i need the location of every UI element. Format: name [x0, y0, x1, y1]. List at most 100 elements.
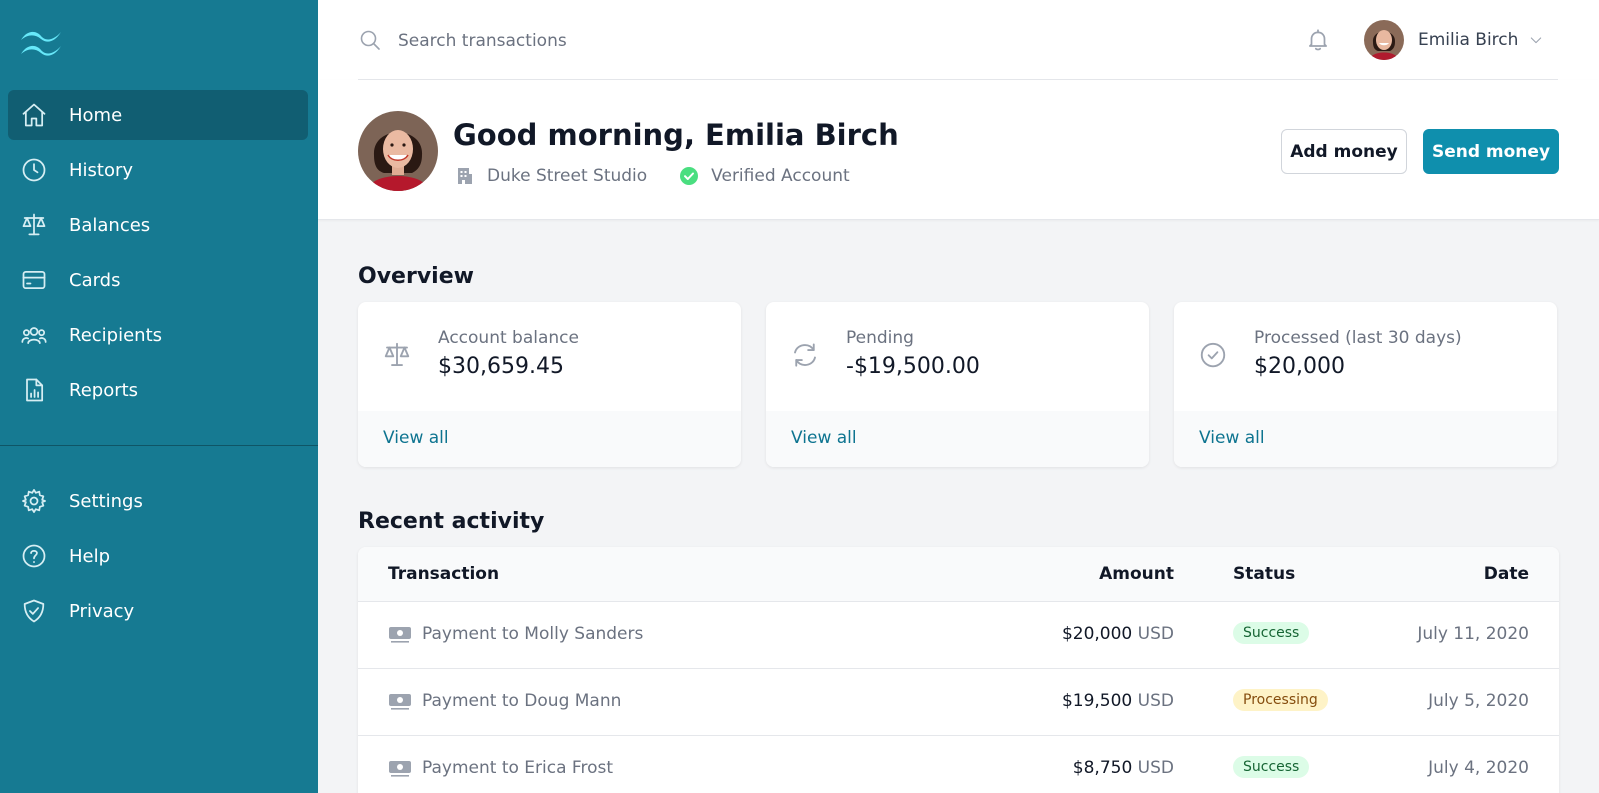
- view-all-link[interactable]: View all: [383, 428, 449, 448]
- document-report-icon: [20, 376, 48, 404]
- card-value: $30,659.45: [438, 354, 564, 379]
- user-menu[interactable]: Emilia Birch: [1364, 20, 1544, 60]
- view-all-link[interactable]: View all: [791, 428, 857, 448]
- sidebar-item-history[interactable]: History: [8, 145, 308, 195]
- transaction-cell[interactable]: Payment to Erica Frost: [388, 758, 613, 778]
- transaction-cell[interactable]: Payment to Doug Mann: [388, 691, 621, 711]
- status-cell: Success: [1233, 756, 1310, 778]
- table-row[interactable]: Payment to Doug Mann $19,500 USD Process…: [358, 669, 1559, 736]
- profile-meta: Duke Street Studio Verified Account: [455, 166, 850, 186]
- question-circle-icon: [20, 542, 48, 570]
- sidebar-item-home[interactable]: Home: [8, 90, 308, 140]
- send-money-button[interactable]: Send money: [1423, 129, 1559, 174]
- office-building-icon: [458, 168, 472, 184]
- transaction-name: Payment to Doug Mann: [422, 691, 622, 711]
- verification-status: Verified Account: [711, 166, 850, 186]
- credit-card-icon: [20, 266, 48, 294]
- sidebar-item-label: Cards: [69, 269, 121, 291]
- page-title: Good morning, Emilia Birch: [453, 118, 899, 152]
- table-row[interactable]: Payment to Erica Frost $8,750 USD Succes…: [358, 736, 1559, 793]
- bell-icon[interactable]: [1305, 27, 1331, 53]
- sidebar-item-recipients[interactable]: Recipients: [8, 310, 308, 360]
- sidebar-item-label: History: [69, 159, 134, 181]
- add-money-button[interactable]: Add money: [1281, 129, 1407, 174]
- currency: USD: [1137, 758, 1174, 778]
- date-cell: July 11, 2020: [1417, 624, 1529, 644]
- scale-icon: [382, 340, 412, 370]
- column-header-transaction[interactable]: Transaction: [388, 564, 499, 584]
- overview-card-balance: Account balance $30,659.45 View all: [358, 302, 741, 467]
- recent-activity-heading: Recent activity: [358, 509, 545, 534]
- sidebar-item-label: Reports: [69, 379, 139, 401]
- search-icon: [358, 28, 382, 52]
- amount-cell: $19,500 USD: [1062, 691, 1174, 711]
- card-value: $20,000: [1254, 354, 1345, 379]
- sidebar-item-balances[interactable]: Balances: [8, 200, 308, 250]
- scale-icon: [20, 211, 48, 239]
- date-cell: July 5, 2020: [1428, 691, 1529, 711]
- sidebar-item-label: Balances: [69, 214, 151, 236]
- sidebar-item-label: Privacy: [69, 600, 135, 622]
- sidebar-item-label: Recipients: [69, 324, 163, 346]
- view-all-link[interactable]: View all: [1199, 428, 1265, 448]
- company-name: Duke Street Studio: [487, 166, 648, 186]
- logo-icon[interactable]: [18, 26, 64, 60]
- cog-icon: [20, 487, 48, 515]
- overview-card-processed: Processed (last 30 days) $20,000 View al…: [1174, 302, 1557, 467]
- check-circle-icon: [680, 167, 699, 185]
- sidebar-item-settings[interactable]: Settings: [8, 476, 308, 526]
- transaction-name: Payment to Erica Frost: [422, 758, 614, 778]
- amount-value: $20,000: [1061, 624, 1133, 644]
- chevron-down-icon: [1528, 32, 1544, 48]
- transaction-name: Payment to Molly Sanders: [422, 624, 644, 644]
- transaction-cell[interactable]: Payment to Molly Sanders: [388, 624, 643, 644]
- sidebar-item-label: Home: [69, 104, 123, 126]
- refresh-icon: [790, 340, 820, 370]
- check-circle-icon: [1198, 340, 1228, 370]
- currency: USD: [1137, 624, 1174, 644]
- overview-heading: Overview: [358, 264, 474, 289]
- card-label: Account balance: [438, 328, 579, 348]
- activity-table: Transaction Amount Status Date Payment t…: [358, 547, 1559, 793]
- amount-cell: $8,750 USD: [1073, 758, 1174, 778]
- card-value: -$19,500.00: [846, 354, 980, 379]
- card-label: Pending: [846, 328, 914, 348]
- amount-cell: $20,000 USD: [1062, 624, 1174, 644]
- home-icon: [20, 101, 48, 129]
- sidebar-item-label: Help: [69, 545, 111, 567]
- status-cell: Processing: [1233, 689, 1328, 711]
- cash-icon: [389, 761, 411, 777]
- table-header: Transaction Amount Status Date: [358, 547, 1559, 602]
- status-badge: Success: [1233, 622, 1310, 644]
- search-input[interactable]: [398, 26, 898, 56]
- table-row[interactable]: Payment to Molly Sanders $20,000 USD Suc…: [358, 602, 1559, 669]
- avatar: [1364, 20, 1404, 60]
- sidebar-divider: [0, 445, 318, 446]
- sidebar-item-reports[interactable]: Reports: [8, 365, 308, 415]
- user-name: Emilia Birch: [1418, 30, 1519, 50]
- card-footer: View all: [766, 411, 1149, 467]
- secondary-nav: Settings Help Privacy: [8, 476, 308, 641]
- sidebar-item-privacy[interactable]: Privacy: [8, 586, 308, 636]
- clock-icon: [20, 156, 48, 184]
- column-header-status[interactable]: Status: [1233, 564, 1295, 584]
- date-cell: July 4, 2020: [1428, 758, 1529, 778]
- status-badge: Success: [1233, 756, 1310, 778]
- amount-value: $8,750: [1072, 758, 1133, 778]
- currency: USD: [1137, 691, 1174, 711]
- primary-nav: Home History Balances Cards Recipients R…: [8, 90, 308, 420]
- sidebar-item-help[interactable]: Help: [8, 531, 308, 581]
- card-footer: View all: [358, 411, 741, 467]
- cash-icon: [389, 694, 411, 710]
- amount-value: $19,500: [1061, 691, 1133, 711]
- status-badge: Processing: [1233, 689, 1328, 711]
- column-header-date[interactable]: Date: [1484, 564, 1529, 584]
- profile-avatar: [358, 111, 438, 191]
- sidebar: Home History Balances Cards Recipients R…: [0, 0, 318, 793]
- card-label: Processed (last 30 days): [1254, 328, 1462, 348]
- shield-check-icon: [20, 597, 48, 625]
- sidebar-item-cards[interactable]: Cards: [8, 255, 308, 305]
- column-header-amount[interactable]: Amount: [1099, 564, 1174, 584]
- card-footer: View all: [1174, 411, 1557, 467]
- status-cell: Success: [1233, 622, 1310, 644]
